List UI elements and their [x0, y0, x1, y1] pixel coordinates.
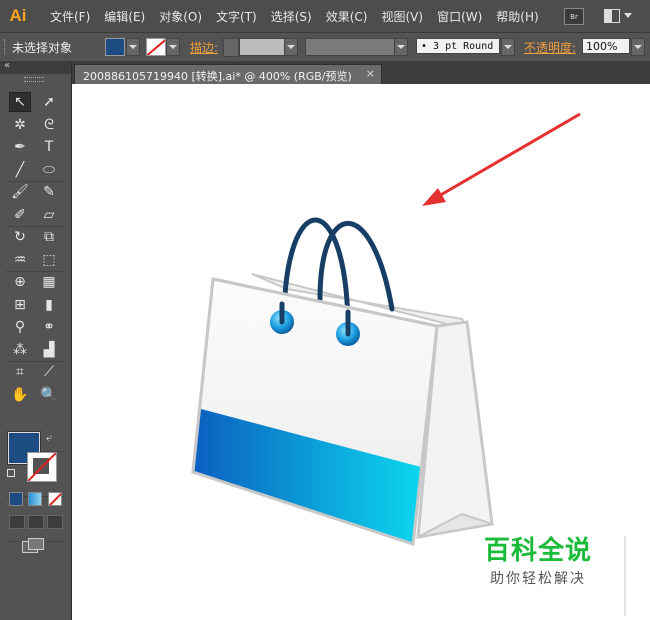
- collapse-icon[interactable]: «: [4, 60, 10, 71]
- tool-separator: [6, 226, 64, 227]
- swap-fill-stroke-icon[interactable]: ⤶: [46, 431, 52, 445]
- blob-brush-tool[interactable]: ✐: [9, 205, 31, 225]
- variable-width-profile[interactable]: [305, 38, 395, 56]
- menu-type[interactable]: 文字(T): [216, 8, 257, 25]
- stroke-panel-link[interactable]: 描边:: [190, 39, 218, 56]
- direct-selection-tool[interactable]: ➚: [38, 92, 60, 112]
- type-tool[interactable]: T: [38, 137, 60, 157]
- bridge-button[interactable]: Br: [564, 8, 584, 25]
- document-tab-strip: 200886105719940 [转换].ai* @ 400% (RGB/预览)…: [72, 62, 650, 84]
- fill-dropdown-arrow[interactable]: [126, 38, 140, 56]
- tools-panel-grip[interactable]: [24, 77, 44, 82]
- stroke-dropdown-arrow[interactable]: [166, 38, 180, 56]
- stroke-color-box[interactable]: [27, 452, 57, 482]
- menu-edit[interactable]: 编辑(E): [104, 8, 145, 25]
- stroke-color-swatch[interactable]: [146, 38, 166, 56]
- annotation-arrow: [431, 112, 581, 202]
- symbol-sprayer-tool[interactable]: ⁂: [9, 340, 31, 360]
- artboard-canvas[interactable]: 百科全说 助你轻松解决: [72, 84, 650, 620]
- menu-bar: Ai 文件(F) 编辑(E) 对象(O) 文字(T) 选择(S) 效果(C) 视…: [0, 0, 650, 33]
- control-bar: 未选择对象 描边: • 3 pt Round 不透明度: 100%: [0, 33, 650, 62]
- stroke-weight-dropdown[interactable]: [284, 38, 298, 56]
- shape-builder-tool[interactable]: ⊕: [9, 272, 31, 292]
- perspective-grid-tool[interactable]: ▦: [38, 272, 60, 292]
- stroke-weight-stepper[interactable]: [223, 38, 239, 57]
- menu-help[interactable]: 帮助(H): [496, 8, 538, 25]
- tools-panel-header: «: [0, 60, 71, 74]
- artboard-tool[interactable]: ⌗: [9, 362, 31, 382]
- zoom-tool[interactable]: 🔍: [38, 385, 60, 405]
- draw-behind-button[interactable]: [28, 515, 44, 529]
- gradient-tool[interactable]: ▮: [38, 295, 60, 315]
- opacity-panel-link[interactable]: 不透明度:: [524, 39, 576, 56]
- slice-tool[interactable]: ⟋: [38, 362, 60, 382]
- gradient-mode-button[interactable]: [28, 492, 42, 506]
- pen-tool[interactable]: ✒: [9, 137, 31, 157]
- column-graph-tool[interactable]: ▟: [38, 340, 60, 360]
- annotation-arrow-head: [422, 188, 446, 206]
- menu-window[interactable]: 窗口(W): [437, 8, 482, 25]
- mesh-tool[interactable]: ⊞: [9, 295, 31, 315]
- menu-view[interactable]: 视图(V): [381, 8, 423, 25]
- line-segment-tool[interactable]: ╱: [9, 160, 31, 180]
- blend-tool[interactable]: ⚭: [38, 317, 60, 337]
- color-mode-button[interactable]: [9, 492, 23, 506]
- tools-panel: « ↖ ➚ ✲ ᘓ ✒ T ╱ ⬭ 🖌 ✎ ✐ ▱ ↻ ⧉ ♒ ⬚ ⊕ ▦ ⊞ ▮ ⚲ ⚭ ⁂ ▟ ⌗ ⟋ ✋ 🔍 ⤶: [0, 60, 72, 620]
- hand-tool[interactable]: ✋: [9, 385, 31, 405]
- magic-wand-tool[interactable]: ✲: [9, 115, 31, 135]
- none-mode-button[interactable]: [48, 492, 62, 506]
- fill-color-swatch[interactable]: [105, 38, 125, 56]
- tool-separator: [6, 181, 64, 182]
- panel-grip[interactable]: [4, 39, 7, 55]
- close-icon[interactable]: ×: [366, 67, 375, 80]
- menu-select[interactable]: 选择(S): [271, 8, 312, 25]
- lasso-tool[interactable]: ᘓ: [38, 115, 60, 135]
- watermark-title: 百科全说: [484, 536, 593, 566]
- menu-effect[interactable]: 效果(C): [326, 8, 368, 25]
- app-logo: Ai: [9, 6, 27, 25]
- watermark-subtitle: 助你轻松解决: [490, 571, 586, 587]
- brush-dropdown[interactable]: [501, 38, 515, 56]
- tool-separator: [6, 361, 64, 362]
- menu-object[interactable]: 对象(O): [159, 8, 202, 25]
- scale-tool[interactable]: ⧉: [38, 227, 60, 247]
- eraser-tool[interactable]: ▱: [38, 205, 60, 225]
- selection-tool[interactable]: ↖: [9, 92, 31, 112]
- profile-dropdown[interactable]: [394, 38, 408, 56]
- opacity-field[interactable]: 100%: [582, 38, 630, 54]
- arrange-grid-icon: [604, 8, 620, 23]
- draw-inside-button[interactable]: [47, 515, 63, 529]
- canvas-scrollbar[interactable]: [624, 536, 626, 616]
- selection-status: 未选择对象: [12, 41, 73, 55]
- ellipse-tool[interactable]: ⬭: [38, 160, 60, 180]
- eyedropper-tool[interactable]: ⚲: [9, 317, 31, 337]
- brush-definition-field[interactable]: • 3 pt Round: [416, 38, 500, 54]
- document-tab[interactable]: 200886105719940 [转换].ai* @ 400% (RGB/预览)…: [74, 64, 382, 84]
- warp-tool[interactable]: ♒: [9, 250, 31, 270]
- default-colors-icon[interactable]: [7, 469, 16, 478]
- free-transform-tool[interactable]: ⬚: [38, 250, 60, 270]
- paintbrush-tool[interactable]: 🖌: [9, 182, 31, 202]
- rotate-tool[interactable]: ↻: [9, 227, 31, 247]
- arrange-documents-button[interactable]: [604, 7, 634, 24]
- menu-file[interactable]: 文件(F): [50, 8, 90, 25]
- chevron-down-icon: [624, 13, 632, 18]
- pencil-tool[interactable]: ✎: [38, 182, 60, 202]
- screen-mode-icon[interactable]: [22, 538, 44, 553]
- stroke-weight-field[interactable]: [239, 38, 285, 56]
- tool-separator: [6, 271, 64, 272]
- opacity-dropdown[interactable]: [631, 38, 645, 56]
- document-tab-title: 200886105719940 [转换].ai* @ 400% (RGB/预览): [83, 70, 352, 83]
- draw-normal-button[interactable]: [9, 515, 25, 529]
